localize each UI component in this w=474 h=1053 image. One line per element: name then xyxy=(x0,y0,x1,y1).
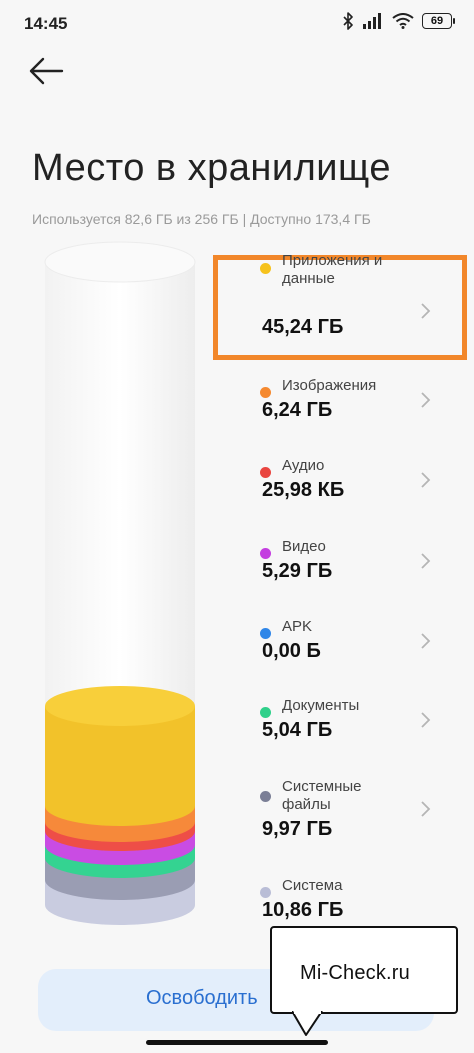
category-label: Видео xyxy=(282,538,326,555)
storage-usage-summary: Используется 82,6 ГБ из 256 ГБ | Доступн… xyxy=(32,211,371,227)
category-size: 45,24 ГБ xyxy=(262,316,344,338)
category-size: 6,24 ГБ xyxy=(262,399,333,421)
category-size: 5,29 ГБ xyxy=(262,560,333,582)
page-title: Место в хранилище xyxy=(32,147,391,190)
category-size: 0,00 Б xyxy=(262,640,321,662)
images-dot-icon xyxy=(260,387,271,398)
status-icons: 69 xyxy=(342,12,455,30)
chevron-right-icon xyxy=(421,392,431,408)
free-up-button-label: Освободить xyxy=(146,987,258,1009)
chevron-right-icon xyxy=(421,303,431,319)
category-size: 9,97 ГБ xyxy=(262,818,333,840)
storage-cylinder-chart xyxy=(44,241,196,925)
audio-dot-icon xyxy=(260,467,271,478)
category-apps[interactable]: Приложения и данные 45,24 ГБ xyxy=(250,252,440,338)
apk-dot-icon xyxy=(260,628,271,639)
status-bar: 14:45 69 xyxy=(0,0,474,44)
signal-icon xyxy=(363,13,381,29)
category-label: Документы xyxy=(282,697,360,714)
category-label: Приложения и данные xyxy=(282,252,383,287)
arrow-left-icon xyxy=(29,57,64,85)
layer-apps-top xyxy=(45,686,195,726)
video-dot-icon xyxy=(260,548,271,559)
documents-dot-icon xyxy=(260,707,271,718)
category-label: Система xyxy=(282,877,343,894)
system-files-dot-icon xyxy=(260,791,271,802)
category-label: Изображения xyxy=(282,377,377,394)
chevron-right-icon xyxy=(421,472,431,488)
category-system-files[interactable]: Системные файлы 9,97 ГБ xyxy=(250,778,440,848)
watermark-text: Mi-Check.ru xyxy=(300,962,410,984)
chevron-right-icon xyxy=(421,633,431,649)
battery-icon: 69 xyxy=(422,13,455,29)
category-label: Системные файлы xyxy=(282,778,362,813)
wifi-icon xyxy=(392,13,414,29)
category-label: Аудио xyxy=(282,457,325,474)
category-documents[interactable]: Документы 5,04 ГБ xyxy=(250,697,440,767)
category-label: APK xyxy=(282,618,313,635)
chevron-right-icon xyxy=(421,712,431,728)
chevron-right-icon xyxy=(421,553,431,569)
category-apk[interactable]: APK 0,00 Б xyxy=(250,618,440,688)
apps-dot-icon xyxy=(260,263,271,274)
chevron-right-icon xyxy=(421,801,431,817)
category-size: 10,86 ГБ xyxy=(262,899,344,921)
status-time: 14:45 xyxy=(24,14,68,33)
bluetooth-icon xyxy=(343,12,353,30)
category-images[interactable]: Изображения 6,24 ГБ xyxy=(250,377,440,447)
home-indicator[interactable] xyxy=(146,1040,328,1045)
watermark-callout-tail xyxy=(292,1011,323,1036)
back-button[interactable] xyxy=(28,56,72,92)
category-size: 5,04 ГБ xyxy=(262,719,333,741)
category-size: 25,98 КБ xyxy=(262,479,345,501)
system-dot-icon xyxy=(260,887,271,898)
cylinder-top xyxy=(44,241,196,283)
category-audio[interactable]: Аудио 25,98 КБ xyxy=(250,457,440,527)
category-video[interactable]: Видео 5,29 ГБ xyxy=(250,538,440,608)
